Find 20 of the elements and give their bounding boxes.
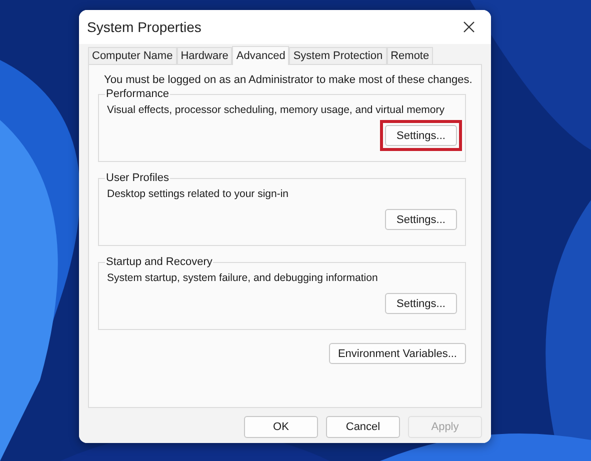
group-title: Performance — [105, 88, 170, 100]
group-title: User Profiles — [105, 172, 170, 184]
environment-variables-button[interactable]: Environment Variables... — [328, 343, 466, 364]
tab[interactable]: Advanced — [232, 46, 290, 65]
tab[interactable]: Computer Name — [88, 47, 177, 64]
settings-button[interactable]: Settings... — [385, 293, 457, 314]
tab[interactable]: Remote — [386, 47, 434, 64]
settings-button[interactable]: Settings... — [385, 209, 457, 230]
dialog-button[interactable]: OK — [244, 416, 318, 438]
dialog-button[interactable]: Cancel — [326, 416, 400, 438]
close-icon — [463, 21, 475, 33]
tab[interactable]: System Protection — [289, 47, 387, 64]
group-description: System startup, system failure, and debugging information — [107, 272, 379, 284]
settings-button[interactable]: Settings... — [385, 125, 457, 146]
window-title: System Properties — [87, 19, 202, 35]
group-description: Desktop settings related to your sign-in — [107, 188, 290, 200]
group-title: Startup and Recovery — [105, 256, 214, 268]
notice-text: You must be logged on as an Administrator to make most of these changes. — [103, 74, 472, 86]
group-description: Visual effects, processor scheduling, memory usage, and virtual memory — [107, 104, 446, 116]
tab[interactable]: Hardware — [176, 47, 232, 64]
